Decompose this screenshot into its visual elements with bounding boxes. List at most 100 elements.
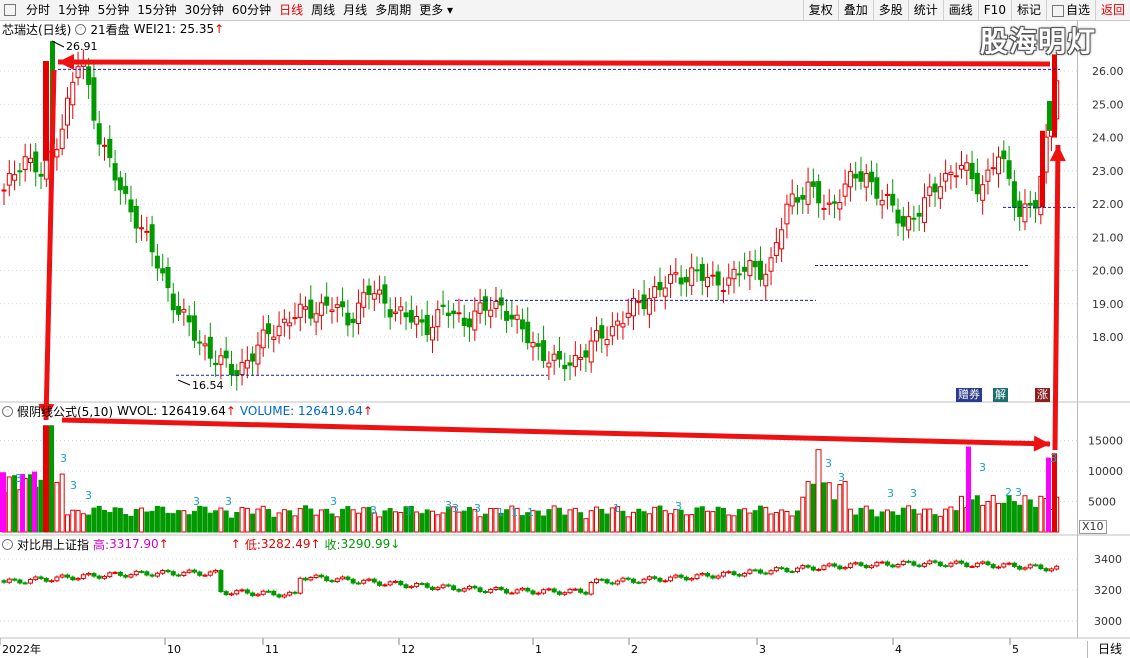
volume-bar: [86, 514, 92, 533]
candle-body: [837, 202, 843, 210]
volume-bar: [70, 509, 76, 533]
volume-bar: [742, 508, 748, 533]
settings-dot-icon[interactable]: ◦: [75, 23, 87, 35]
index-candle: [974, 562, 980, 567]
index-candle: [921, 563, 927, 567]
index-candle: [408, 585, 414, 589]
index-candle: [842, 567, 848, 570]
volume-marker: 3: [825, 457, 832, 470]
volume-bar: [318, 509, 324, 533]
index-candle: [371, 578, 377, 583]
candle-body: [112, 163, 118, 181]
volume-bar: [340, 508, 346, 533]
candle-body: [784, 203, 790, 225]
index-candle: [255, 593, 261, 597]
index-candle: [504, 589, 510, 594]
volume-bar: [662, 510, 668, 533]
index-candle: [816, 568, 822, 571]
candle-body: [715, 271, 721, 286]
index-candle: [488, 588, 494, 593]
volume-bar: [720, 507, 726, 533]
index-candle: [64, 574, 70, 578]
candle-body: [456, 312, 462, 315]
candle-body: [810, 181, 816, 187]
badge-zhang[interactable]: 涨: [1035, 388, 1050, 402]
index-candle: [144, 571, 150, 576]
index-candle: [678, 574, 684, 578]
index-candle: [70, 576, 76, 581]
candle-body: [17, 170, 23, 173]
volume-marker: 3: [70, 479, 77, 492]
candle-body: [683, 276, 689, 283]
volume-bar: [556, 507, 562, 533]
volume-marker: 3: [452, 502, 459, 515]
index-candle: [895, 564, 901, 568]
candle-body: [54, 149, 60, 158]
index-candle: [498, 587, 504, 591]
settings-dot-icon[interactable]: ◦: [2, 405, 13, 417]
index-candle: [916, 564, 922, 567]
candle-body: [858, 171, 864, 182]
index-candle: [578, 588, 584, 593]
candle-body: [615, 320, 621, 326]
candle-body: [435, 309, 441, 328]
index-candle: [715, 575, 721, 579]
index-candle: [27, 579, 33, 584]
index-candle: [953, 560, 959, 564]
candle-body: [91, 77, 97, 121]
candle-body: [482, 296, 488, 311]
index-candle: [340, 576, 346, 580]
candle-body: [244, 359, 250, 369]
candle-body: [266, 323, 271, 335]
bottom-period-tab[interactable]: 日线: [1086, 641, 1128, 658]
candle-body: [620, 323, 626, 328]
volume-bar: [154, 505, 160, 533]
volume-bar: [91, 507, 97, 533]
settings-dot-icon[interactable]: ◦: [2, 538, 13, 550]
candle-body: [139, 227, 145, 230]
index-candle: [80, 574, 86, 579]
candle-body: [308, 299, 314, 319]
volume-bar: [726, 514, 732, 533]
index-candle: [213, 569, 219, 573]
candle-body: [535, 343, 541, 347]
candle-body: [609, 326, 615, 337]
index-candle: [334, 578, 340, 583]
index-candle: [863, 564, 869, 569]
annotation-arrow-up-head: [1049, 145, 1066, 162]
index-candle: [403, 584, 409, 589]
volume-bar: [361, 507, 367, 533]
volume-bar: [578, 512, 584, 533]
candle-body: [223, 350, 229, 359]
candle-body: [974, 172, 980, 195]
volume-bar: [218, 507, 224, 533]
index-candle: [186, 569, 192, 573]
index-candle: [414, 582, 420, 587]
badge-jie[interactable]: 解: [993, 388, 1008, 402]
index-candle: [572, 588, 578, 591]
index-candle: [710, 575, 716, 579]
badge-zengquan[interactable]: 赠券: [956, 388, 982, 402]
candle-body: [763, 273, 769, 287]
volume-bar: [948, 506, 954, 533]
stock-chart-canvas[interactable]: 26.00 25.00 24.00 23.00 22.00 21.00 20.00 19.00…: [0, 0, 1130, 658]
index-candle: [810, 566, 816, 571]
candle-body: [705, 276, 711, 287]
volume-bar: [980, 504, 986, 533]
volume-bar: [562, 514, 568, 533]
index-candle: [1017, 565, 1023, 570]
volume-bar: [308, 508, 314, 533]
volume-bar: [350, 509, 356, 533]
candle-body: [250, 353, 256, 362]
volume-bar: [170, 513, 176, 533]
volume-bar: [223, 510, 229, 533]
volume-bar: [1038, 495, 1044, 533]
index-candle: [271, 590, 277, 596]
index-candle: [858, 562, 864, 566]
index-candle: [123, 574, 129, 578]
index-candle: [519, 587, 525, 591]
volume-bar: [260, 505, 266, 533]
index-candle: [509, 592, 515, 595]
volume-bar: [906, 505, 912, 533]
up-arrow-icon: ↑: [158, 537, 169, 551]
